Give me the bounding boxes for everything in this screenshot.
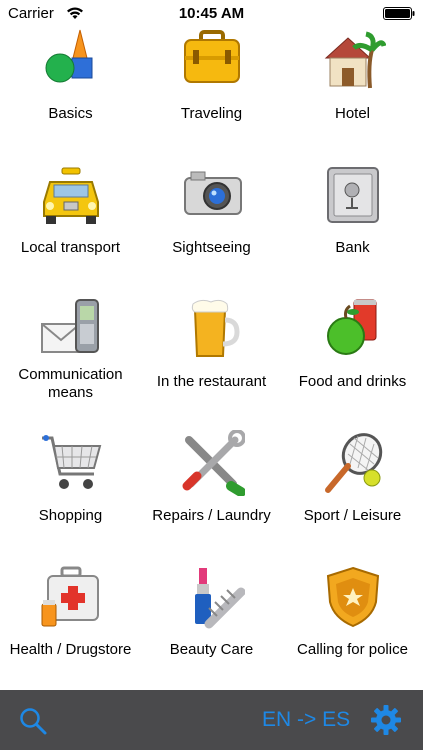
camera-icon — [184, 171, 242, 215]
category-in-the-restaurant[interactable]: In the restaurant — [141, 296, 282, 430]
category-repairs-laundry[interactable]: Repairs / Laundry — [141, 430, 282, 564]
clock: 10:45 AM — [178, 5, 245, 22]
category-label: Shopping — [38, 507, 103, 524]
beer-icon — [191, 299, 240, 357]
search-icon[interactable] — [18, 706, 48, 736]
beauty-icon — [195, 568, 245, 629]
category-label: Sightseeing — [172, 239, 251, 256]
category-label: Bank — [335, 239, 370, 256]
category-calling-for-police[interactable]: Calling for police — [282, 564, 423, 698]
tools-icon — [182, 430, 245, 496]
category-label: Food and drinks — [298, 373, 407, 390]
category-label: Calling for police — [297, 641, 408, 658]
category-grid: Basics Traveling Hotel Local transport S… — [0, 28, 423, 690]
category-label: Basics — [48, 105, 93, 122]
category-bank[interactable]: Bank — [282, 162, 423, 296]
shopping-cart-icon — [42, 435, 102, 489]
shapes-icon — [45, 29, 93, 83]
category-sightseeing[interactable]: Sightseeing — [141, 162, 282, 296]
category-label: In the restaurant — [156, 373, 267, 390]
police-badge-icon — [326, 566, 380, 628]
language-pair-button[interactable]: EN -> ES — [262, 708, 350, 732]
safe-icon — [327, 167, 379, 223]
category-hotel[interactable]: Hotel — [282, 28, 423, 162]
category-sport-leisure[interactable]: Sport / Leisure — [282, 430, 423, 564]
gear-icon[interactable] — [370, 704, 402, 736]
category-label: Traveling — [180, 105, 243, 122]
category-label: Sport / Leisure — [303, 507, 402, 524]
category-beauty-care[interactable]: Beauty Care — [141, 564, 282, 698]
category-health-drugstore[interactable]: Health / Drugstore — [0, 564, 141, 698]
bottom-toolbar: EN -> ES — [0, 690, 423, 750]
tennis-icon — [325, 433, 383, 493]
hotel-icon — [324, 31, 386, 89]
category-shopping[interactable]: Shopping — [0, 430, 141, 564]
apple-can-icon — [327, 299, 377, 355]
category-traveling[interactable]: Traveling — [141, 28, 282, 162]
category-label: Hotel — [334, 105, 371, 122]
category-communication-means[interactable]: Communication means — [0, 296, 141, 430]
suitcase-icon — [184, 30, 240, 83]
mail-phone-icon — [41, 299, 99, 353]
category-label: Repairs / Laundry — [152, 507, 271, 524]
category-food-and-drinks[interactable]: Food and drinks — [282, 296, 423, 430]
category-label: Communication means — [18, 366, 123, 401]
category-label: Health / Drugstore — [9, 641, 132, 658]
status-bar: Carrier 10:45 AM — [0, 0, 423, 28]
category-basics[interactable]: Basics — [0, 28, 141, 162]
taxi-icon — [43, 167, 99, 224]
category-label: Beauty Care — [169, 641, 254, 658]
category-local-transport[interactable]: Local transport — [0, 162, 141, 296]
first-aid-icon — [41, 566, 99, 627]
battery-icon — [383, 7, 415, 20]
category-label: Local transport — [20, 239, 121, 256]
